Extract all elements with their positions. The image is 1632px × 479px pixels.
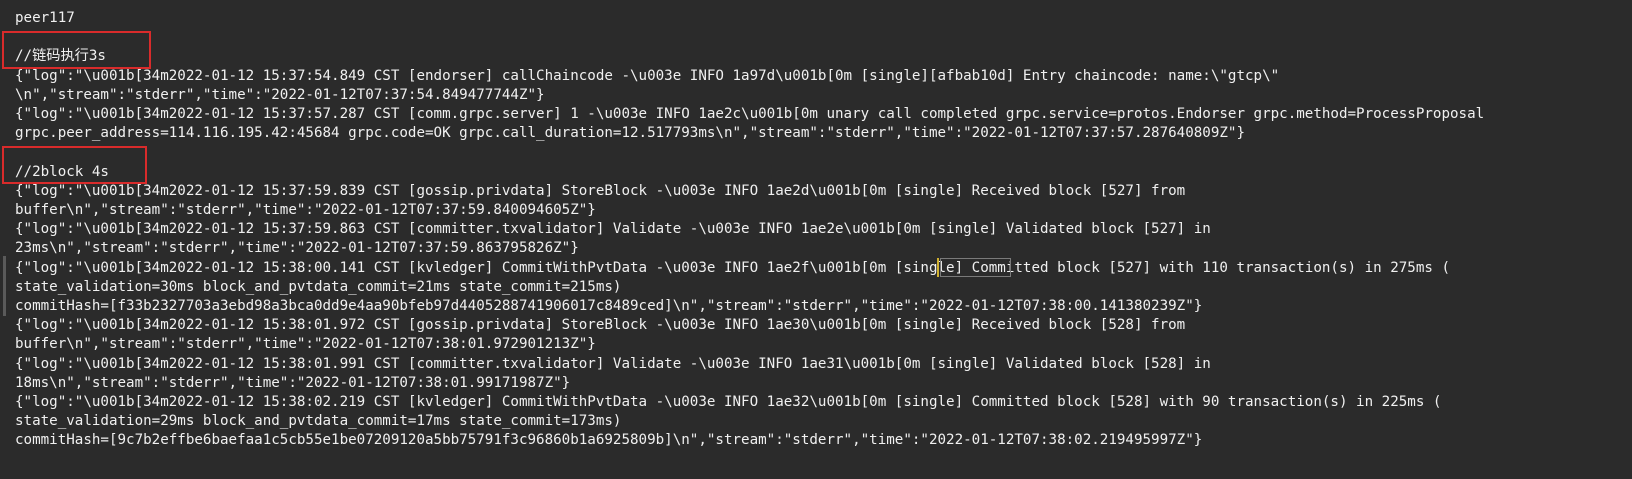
log-line-11: buffer\n","stream":"stderr","time":"2022… (15, 202, 596, 218)
log-line-18: buffer\n","stream":"stderr","time":"2022… (15, 336, 596, 352)
log-line-4: {"log":"\u001b[34m2022-01-12 15:37:54.84… (15, 68, 1280, 84)
log-line-6: {"log":"\u001b[34m2022-01-12 15:37:57.28… (15, 106, 1485, 122)
log-line-10: {"log":"\u001b[34m2022-01-12 15:37:59.83… (15, 183, 1186, 199)
log-line-23: commitHash=[9c7b2effbe6baefaa1c5cb55e1be… (15, 432, 1203, 448)
log-line-20: 18ms\n","stream":"stderr","time":"2022-0… (15, 375, 571, 391)
log-line-12: {"log":"\u001b[34m2022-01-12 15:37:59.86… (15, 221, 1211, 237)
log-line-5: \n","stream":"stderr","time":"2022-01-12… (15, 87, 545, 103)
log-line-14: {"log":"\u001b[34m2022-01-12 15:38:00.14… (15, 260, 1450, 276)
log-line-7: grpc.peer_address=114.116.195.42:45684 g… (15, 125, 1245, 141)
log-line-17: {"log":"\u001b[34m2022-01-12 15:38:01.97… (15, 317, 1186, 333)
log-line-1: peer117 (15, 10, 75, 26)
log-text-editor[interactable]: peer117 //链码执行3s {"log":"\u001b[34m2022-… (0, 0, 1632, 479)
annotation-box-chaincode (2, 31, 151, 69)
log-line-19: {"log":"\u001b[34m2022-01-12 15:38:01.99… (15, 356, 1211, 372)
text-cursor (937, 258, 939, 277)
gutter-fold-mark (3, 256, 6, 316)
annotation-box-2block (2, 146, 147, 184)
log-line-13: 23ms\n","stream":"stderr","time":"2022-0… (15, 240, 579, 256)
bracket-match-highlight (940, 258, 1011, 277)
log-line-16: commitHash=[f33b2327703a3ebd98a3bca0dd9e… (15, 298, 1203, 314)
log-line-22: state_validation=29ms block_and_pvtdata_… (15, 413, 622, 429)
log-line-15: state_validation=30ms block_and_pvtdata_… (15, 279, 622, 295)
log-line-21: {"log":"\u001b[34m2022-01-12 15:38:02.21… (15, 394, 1442, 410)
